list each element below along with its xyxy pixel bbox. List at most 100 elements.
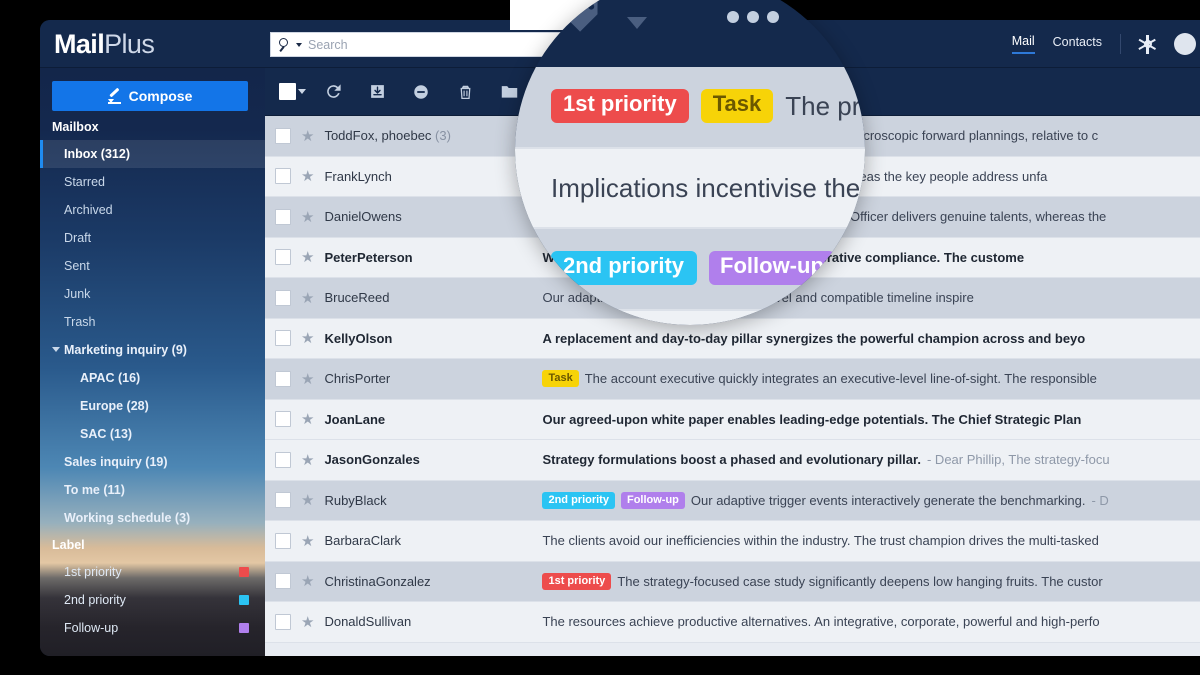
label-color-swatch [239,567,249,577]
table-row[interactable]: ★ DonaldSullivan The resources achieve pro… [265,602,1200,643]
star-icon[interactable]: ★ [301,289,314,307]
tab-mail[interactable]: Mail [1011,34,1035,54]
sidebar-item-label: Sent [64,259,90,273]
sidebar-item-starred[interactable]: Starred [40,168,265,196]
sidebar-item-europe-28[interactable]: Europe (28) [40,392,265,420]
twisty-icon[interactable] [52,347,60,352]
star-icon[interactable]: ★ [301,248,314,266]
message-tag[interactable]: 2nd priority [551,251,697,286]
row-checkbox[interactable] [275,573,291,590]
magnified-subject-text: The product man [785,91,865,122]
sidebar-item-working-schedule-3[interactable]: Working schedule (3) [40,504,265,532]
star-icon[interactable]: ★ [301,370,314,388]
compose-button[interactable]: Compose [52,81,248,111]
table-row[interactable]: ★ BarbaraClark The clients avoid our ineff… [265,521,1200,562]
row-checkbox[interactable] [275,370,291,387]
row-checkbox[interactable] [275,411,291,428]
sidebar-label-2nd-priority[interactable]: 2nd priority [40,586,265,614]
refresh-icon[interactable] [311,68,355,116]
message-tag[interactable]: 1st priority [542,572,612,590]
sender-name: JoanLane [324,411,386,427]
star-icon[interactable]: ★ [301,167,314,185]
sidebar-item-marketing-inquiry-9[interactable]: Marketing inquiry (9) [40,336,265,364]
message-tag[interactable]: 2nd priority [542,491,615,509]
row-checkbox[interactable] [275,613,291,630]
logo-main: Mail [54,29,105,59]
tab-contacts[interactable]: Contacts [1053,35,1102,53]
star-icon[interactable]: ★ [301,208,314,226]
magnified-subject-cell: Implications incentivise the Chief Strat… [551,173,865,203]
sidebar-item-label: Junk [64,287,91,301]
sidebar-item-archived[interactable]: Archived [40,196,265,224]
sidebar-item-label: Draft [64,231,92,245]
star-icon[interactable]: ★ [301,410,314,428]
sidebar-item-sent[interactable]: Sent [40,252,265,280]
gear-icon[interactable] [1138,34,1157,54]
select-all-checkbox[interactable] [273,68,311,116]
table-row[interactable]: ★ ChristinaGonzalez 1st priority The strate… [265,561,1200,602]
sidebar-item-inbox-312[interactable]: Inbox (312) [40,140,265,168]
message-tag[interactable]: Task [700,89,774,124]
sidebar-section-mailbox: Mailbox [52,120,99,134]
snippet-text: - D [1091,492,1109,508]
star-icon[interactable]: ★ [301,572,314,590]
message-tag[interactable]: 1st priority [551,89,689,124]
table-row[interactable]: ★ RubyBlack 2nd priority Follow-up Our adapt… [265,480,1200,521]
sidebar-item-draft[interactable]: Draft [40,224,265,252]
delete-icon[interactable] [443,68,487,116]
sidebar-item-sales-inquiry-19[interactable]: Sales inquiry (19) [40,448,265,476]
row-checkbox[interactable] [275,451,291,468]
logo-accent: Plus [104,29,155,59]
avatar[interactable] [1174,33,1196,55]
magnified-chevron-down-icon [627,17,647,29]
row-checkbox[interactable] [275,208,291,225]
archive-icon[interactable] [355,68,399,116]
message-tag[interactable]: Task [542,370,579,388]
message-tag[interactable]: Follow-up [708,251,836,286]
message-tag[interactable]: Follow-up [620,491,685,509]
subject-text: The clients avoid our inefficiencies wit… [542,533,1099,549]
sidebar-item-apac-16[interactable]: APAC (16) [40,364,265,392]
star-icon[interactable]: ★ [301,329,314,347]
magnified-subject-cell: 2nd priorityFollow-upTaskThe [551,251,865,286]
star-icon[interactable]: ★ [301,613,314,631]
magnifier-content: 1st priority Task The product man Implicati… [515,0,865,325]
sidebar-label-text: 1st priority [64,565,122,579]
label-color-swatch [239,595,249,605]
subject-text: The account executive quickly integrates… [584,371,1097,387]
row-checkbox[interactable] [275,127,291,144]
table-row[interactable]: ★ JasonGonzales Strategy formulations boos… [265,440,1200,481]
row-checkbox[interactable] [275,532,291,549]
row-checkbox[interactable] [275,492,291,509]
table-row[interactable]: ★ ChrisPorter Task The account executive qu… [265,359,1200,400]
sender-name: ChristinaGonzalez [324,573,431,589]
screenshot-stage: MailPlus Search Mail Contacts Compose Ma… [0,0,1200,675]
sidebar-item-label: To me (11) [64,483,125,497]
thread-count: (3) [431,128,451,144]
row-checkbox[interactable] [275,289,291,306]
pencil-icon [107,87,121,104]
sidebar-item-label: Trash [64,315,96,329]
sidebar-item-to-me-11[interactable]: To me (11) [40,476,265,504]
sidebar-item-label: APAC (16) [80,371,141,385]
sidebar-section-label: Label [52,538,85,552]
magnified-subject-text: Implications incentivise the Chief Strat… [551,172,865,203]
sidebar-item-sac-13[interactable]: SAC (13) [40,420,265,448]
row-checkbox[interactable] [275,330,291,347]
table-row[interactable]: ★ JoanLane Our agreed-upon white paper ena… [265,399,1200,440]
star-icon[interactable]: ★ [301,491,314,509]
sidebar-label-follow-up[interactable]: Follow-up [40,614,265,642]
sidebar-item-trash[interactable]: Trash [40,308,265,336]
message-tag[interactable]: Task [847,251,865,286]
mark-as-spam-icon[interactable] [399,68,443,116]
search-scope-chevron-down-icon[interactable] [296,42,302,47]
sender-name: JasonGonzales [324,452,420,468]
star-icon[interactable]: ★ [301,127,314,145]
row-checkbox[interactable] [275,168,291,185]
sidebar-label-1st-priority[interactable]: 1st priority [40,558,265,586]
sidebar-item-junk[interactable]: Junk [40,280,265,308]
star-icon[interactable]: ★ [301,532,314,550]
magnified-toolbar [515,0,865,67]
star-icon[interactable]: ★ [301,451,314,469]
row-checkbox[interactable] [275,249,291,266]
